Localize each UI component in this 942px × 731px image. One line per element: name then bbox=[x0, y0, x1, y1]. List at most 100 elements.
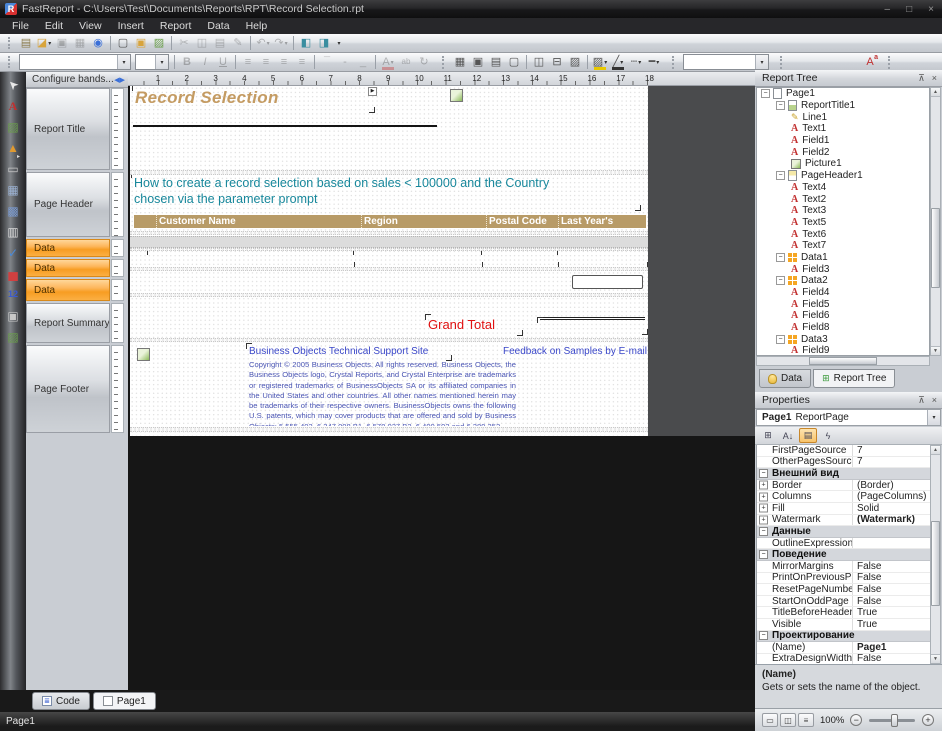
sort-az-icon[interactable]: A↓ bbox=[779, 428, 797, 443]
menu-insert[interactable]: Insert bbox=[110, 19, 152, 33]
scrollbar-thumb[interactable] bbox=[809, 357, 878, 365]
property-row[interactable]: OutlineExpression bbox=[757, 538, 930, 550]
tree-item-reporttitle1[interactable]: −ReportTitle1 bbox=[757, 100, 929, 112]
preview-button[interactable]: ◉ bbox=[89, 35, 107, 52]
nav-right-icon[interactable]: ▶ bbox=[120, 77, 125, 84]
tree-item-data2[interactable]: −Data2 bbox=[757, 275, 929, 287]
property-value[interactable] bbox=[853, 538, 930, 549]
zoom-in-button[interactable]: + bbox=[922, 714, 934, 726]
report-tree[interactable]: −Page1−ReportTitle1✎Line1AText1AField1AF… bbox=[756, 87, 930, 356]
property-row[interactable]: Watermark+(Watermark) bbox=[757, 515, 930, 527]
property-value[interactable]: False bbox=[853, 654, 930, 664]
pin-icon[interactable]: ⊼ bbox=[918, 73, 925, 84]
align-justify-button[interactable]: ≡ bbox=[293, 54, 311, 71]
property-row[interactable]: OtherPagesSource7 bbox=[757, 457, 930, 469]
border-diagonal-button[interactable]: ▨ bbox=[566, 54, 584, 71]
save-all-button[interactable]: ▦ bbox=[71, 35, 89, 52]
tree-item-text5[interactable]: AText5 bbox=[757, 217, 929, 229]
ungroup-button[interactable]: ◨ bbox=[315, 35, 333, 52]
band-report-summary[interactable]: Report Summary bbox=[26, 303, 110, 343]
pointer-tool[interactable]: ➤ bbox=[3, 75, 23, 94]
properties-vertical-scrollbar[interactable]: ▲ ▼ bbox=[930, 445, 941, 664]
matrix-object-tool[interactable]: ▩ bbox=[3, 201, 23, 220]
pin-icon[interactable]: ⊼ bbox=[918, 395, 925, 406]
subtotal-field-object[interactable] bbox=[572, 275, 643, 289]
support-link-object[interactable]: Business Objects Technical Support Site bbox=[249, 346, 449, 358]
align-center-button[interactable]: ≡ bbox=[257, 54, 275, 71]
band-data[interactable]: Data bbox=[26, 279, 110, 301]
zipcode-object-tool[interactable]: ▣ bbox=[3, 306, 23, 325]
feedback-link-object[interactable]: Feedback on Samples by E-mail bbox=[503, 346, 648, 358]
property-row[interactable]: TitleBeforeHeaderTrue bbox=[757, 607, 930, 619]
data-field-object[interactable] bbox=[356, 252, 480, 265]
add-picture-button[interactable]: ▨ bbox=[150, 35, 168, 52]
align-top-button[interactable]: ¯ bbox=[318, 54, 336, 71]
align-middle-button[interactable]: - bbox=[336, 54, 354, 71]
chevron-down-icon[interactable]: ▾ bbox=[117, 55, 130, 69]
property-row[interactable]: ExtraDesignWidthFalse bbox=[757, 654, 930, 664]
tree-item-field3[interactable]: AField3 bbox=[757, 263, 929, 275]
property-grid[interactable]: FirstPageSource7OtherPagesSource7−Внешни… bbox=[756, 445, 930, 664]
tree-item-data3[interactable]: −Data3 bbox=[757, 333, 929, 345]
tree-item-data1[interactable]: −Data1 bbox=[757, 252, 929, 264]
object-selector-combo[interactable]: Page1 ReportPage ▾ bbox=[756, 409, 941, 426]
collapse-icon[interactable]: − bbox=[759, 631, 768, 640]
collapse-icon[interactable]: − bbox=[776, 171, 785, 180]
property-value[interactable]: False bbox=[853, 584, 930, 595]
tree-item-field8[interactable]: AField8 bbox=[757, 322, 929, 334]
redo-button[interactable]: ↷▾ bbox=[272, 35, 290, 52]
italic-button[interactable]: I bbox=[196, 54, 214, 71]
categorized-icon[interactable]: ⊞ bbox=[759, 428, 777, 443]
facing-view-button[interactable]: ≡ bbox=[798, 713, 814, 727]
minimize-button[interactable]: – bbox=[885, 4, 891, 15]
collapse-icon[interactable]: − bbox=[776, 276, 785, 285]
property-row[interactable]: (Name)Page1 bbox=[757, 642, 930, 654]
band-page-footer[interactable]: Page Footer bbox=[26, 345, 110, 433]
zoom-out-button[interactable]: − bbox=[850, 714, 862, 726]
chevron-down-icon[interactable]: ▾ bbox=[620, 59, 623, 66]
border-top-button[interactable]: ⊟ bbox=[548, 54, 566, 71]
tree-item-text4[interactable]: AText4 bbox=[757, 182, 929, 194]
property-row[interactable]: FirstPageSource7 bbox=[757, 445, 930, 457]
property-value[interactable]: (Watermark) bbox=[853, 515, 930, 526]
shapes-tool[interactable]: ▲▸ bbox=[3, 138, 23, 157]
close-icon[interactable]: × bbox=[932, 73, 937, 84]
copyright-text-object[interactable]: Copyright © 2005 Business Objects. All r… bbox=[249, 360, 516, 426]
tree-item-pageheader1[interactable]: −PageHeader1 bbox=[757, 170, 929, 182]
align-right-button[interactable]: ≡ bbox=[275, 54, 293, 71]
undo-button[interactable]: ↶▾ bbox=[254, 35, 272, 52]
new-page-button[interactable]: ▢ bbox=[114, 35, 132, 52]
align-bottom-button[interactable]: _ bbox=[354, 54, 372, 71]
picture-object-tool[interactable]: ▨ bbox=[3, 117, 23, 136]
format-painter-button[interactable]: ✎ bbox=[229, 35, 247, 52]
band-page-header[interactable]: Page Header bbox=[26, 172, 110, 237]
property-value[interactable]: False bbox=[853, 596, 930, 607]
menu-edit[interactable]: Edit bbox=[37, 19, 71, 33]
doc-tab-code[interactable]: ≣Code bbox=[32, 692, 90, 710]
tab-data[interactable]: Data bbox=[759, 369, 811, 388]
property-value[interactable]: (PageColumns) bbox=[853, 491, 930, 502]
property-value[interactable]: 7 bbox=[853, 445, 930, 456]
collapse-icon[interactable]: − bbox=[776, 253, 785, 262]
border-left-button[interactable]: ◫ bbox=[530, 54, 548, 71]
open-button[interactable]: ◪▾ bbox=[35, 35, 53, 52]
property-row[interactable]: Columns+(PageColumns) bbox=[757, 491, 930, 503]
band-data[interactable]: Data bbox=[26, 239, 110, 257]
tree-item-text6[interactable]: AText6 bbox=[757, 228, 929, 240]
scroll-up-icon[interactable]: ▲ bbox=[931, 446, 940, 455]
close-button[interactable]: × bbox=[928, 4, 934, 15]
text-object-tool[interactable]: A bbox=[3, 96, 23, 115]
chevron-down-icon[interactable]: ▾ bbox=[267, 40, 270, 47]
new-report-button[interactable]: ▤ bbox=[17, 35, 35, 52]
maximize-button[interactable]: □ bbox=[906, 4, 912, 15]
new-dialog-button[interactable]: ▣ bbox=[132, 35, 150, 52]
data-field-object[interactable] bbox=[560, 252, 645, 265]
cut-button[interactable]: ✂ bbox=[175, 35, 193, 52]
style-combo[interactable]: ▾ bbox=[683, 54, 769, 70]
zoom-slider[interactable] bbox=[869, 719, 915, 722]
report-page[interactable]: Record Selection ▶ How to create a recor… bbox=[130, 86, 648, 436]
rotate-button[interactable]: ↻ bbox=[415, 54, 433, 71]
band-data[interactable]: Data bbox=[26, 259, 110, 277]
doc-tab-page1[interactable]: ▢Page1 bbox=[93, 692, 156, 710]
tree-item-field5[interactable]: AField5 bbox=[757, 298, 929, 310]
